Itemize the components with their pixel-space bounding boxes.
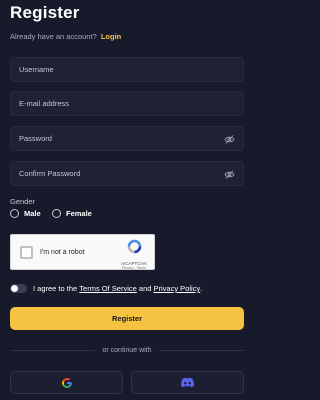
toggle-knob [11,285,18,292]
terms-of-service-link[interactable]: Terms Of Service [79,284,137,293]
recaptcha-widget: I'm not a robot reCAPTCHA Privacy - Term… [10,234,155,270]
register-page: Register Already have an account? Login … [0,0,251,400]
divider-line [10,349,96,351]
google-icon [61,377,72,388]
gender-radio-female[interactable]: Female [52,209,92,218]
email-field[interactable]: E-mail address [10,91,244,116]
google-login-button[interactable] [10,371,123,394]
recaptcha-logo: reCAPTCHA Privacy - Terms [120,238,148,270]
discord-icon [181,377,194,388]
gender-radio-male[interactable]: Male [10,209,41,218]
eye-off-icon[interactable] [224,134,235,145]
terms-conjunction: and [138,284,152,293]
login-link[interactable]: Login [101,32,121,41]
terms-suffix: . [200,284,203,293]
radio-circle[interactable] [52,209,61,218]
register-button[interactable]: Register [10,307,244,330]
recaptcha-icon [127,239,141,254]
captcha-label: I'm not a robot [40,248,85,256]
password-field[interactable]: Password [10,126,244,151]
divider: or continue with [10,345,244,355]
terms-agreement: I agree to the Terms Of Service and Priv… [10,284,202,293]
captcha-checkbox[interactable] [20,245,33,259]
gender-option-male: Male [24,209,41,218]
divider-line [158,349,244,351]
discord-login-button[interactable] [131,371,244,394]
terms-toggle[interactable] [10,284,27,293]
username-field[interactable]: Username [10,57,244,82]
confirm-password-placeholder: Confirm Password [19,169,81,178]
privacy-policy-link[interactable]: Privacy Policy [154,284,201,293]
username-placeholder: Username [19,65,54,74]
gender-option-female: Female [66,209,92,218]
login-prompt-text: Already have an account? [10,32,97,41]
login-prompt: Already have an account? Login [10,32,121,41]
radio-circle[interactable] [10,209,19,218]
terms-prefix: I agree to the [33,284,78,293]
gender-label: Gender [10,197,36,206]
divider-text: or continue with [102,346,152,354]
confirm-password-field[interactable]: Confirm Password [10,161,244,186]
password-placeholder: Password [19,134,52,143]
email-placeholder: E-mail address [19,99,70,108]
recaptcha-links[interactable]: Privacy - Terms [120,266,148,270]
eye-off-icon[interactable] [224,169,235,180]
page-title: Register [10,3,80,22]
